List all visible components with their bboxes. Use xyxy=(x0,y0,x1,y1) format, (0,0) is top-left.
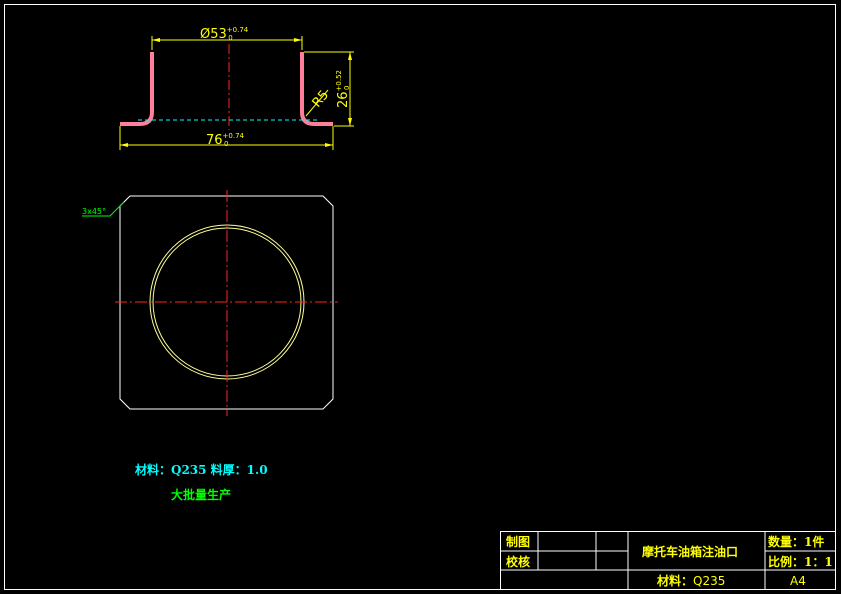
production-note: 大批量生产 xyxy=(171,487,231,502)
drawing-border xyxy=(4,4,836,590)
height-label: 26+0.520 xyxy=(335,70,351,108)
arrow xyxy=(152,38,160,42)
material-thickness-note: 材料：Q235 料厚：1.0 xyxy=(134,462,268,477)
arrow xyxy=(348,118,352,126)
checked-by-label: 校核 xyxy=(506,554,530,569)
bottom-width-label: 76+0.74 0 xyxy=(206,132,245,148)
scale: 比例：1：1 xyxy=(768,554,833,569)
quantity: 数量：1件 xyxy=(768,534,824,549)
section-profile-left xyxy=(120,52,154,126)
cad-drawing: Ø53+0.74 0 76+0.74 0 26+0.520 R5 3x45° 材料：… xyxy=(4,4,836,590)
chamfer-label: 3x45° xyxy=(82,207,106,216)
arrow xyxy=(120,143,128,147)
material-cell: 材料：Q235 xyxy=(656,573,725,588)
section-profile-right xyxy=(300,52,333,126)
arrow xyxy=(294,38,302,42)
section-view: Ø53+0.74 0 76+0.74 0 26+0.520 R5 xyxy=(119,26,354,150)
arrow xyxy=(325,143,333,147)
plan-view: 3x45° xyxy=(82,190,338,416)
arrow xyxy=(348,52,352,60)
part-name: 摩托车油箱注油口 xyxy=(642,544,738,559)
drawn-by-label: 制图 xyxy=(506,534,530,549)
paper-size: A4 xyxy=(790,574,806,588)
